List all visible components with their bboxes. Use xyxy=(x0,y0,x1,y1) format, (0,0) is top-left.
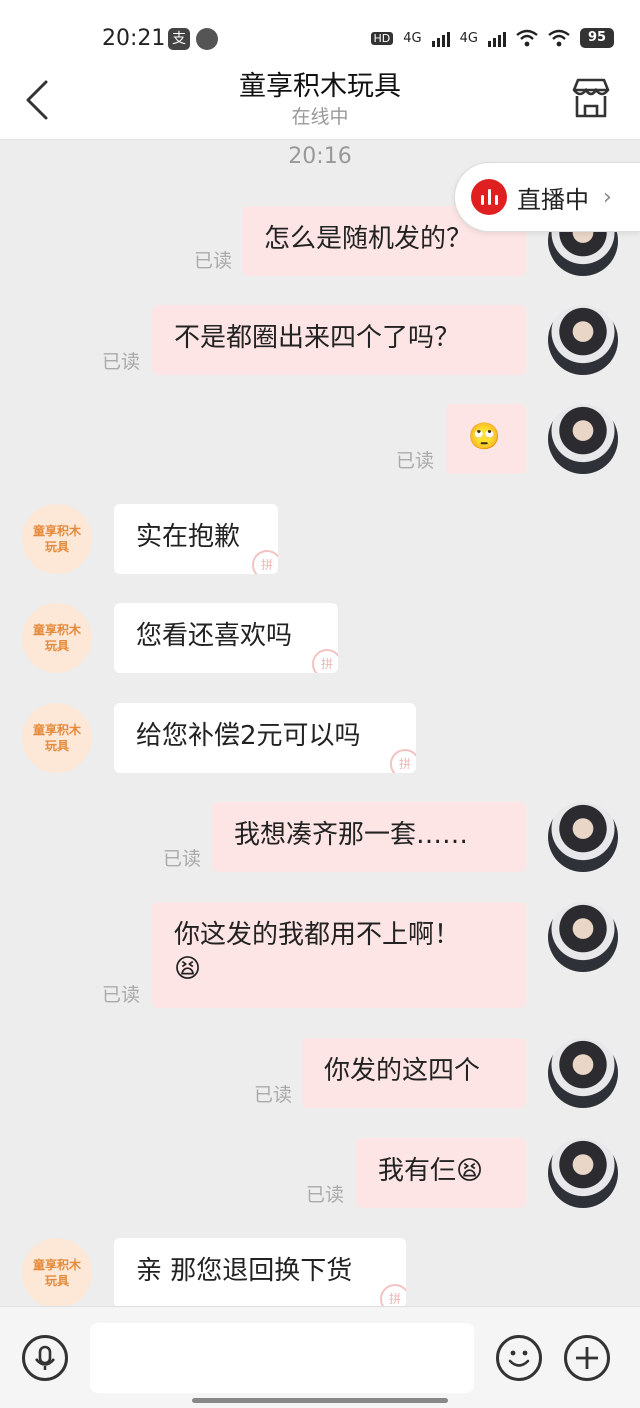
network-4g-label-2: 4G xyxy=(459,30,478,46)
pdd-stamp-icon: 拼 xyxy=(390,749,416,773)
network-4g-label-1: 4G xyxy=(403,30,422,46)
user-avatar[interactable] xyxy=(548,404,618,474)
microphone-icon xyxy=(34,1345,56,1370)
read-receipt: 已读 xyxy=(102,984,141,1006)
message-bubble[interactable]: 🙄 xyxy=(446,404,526,474)
message-text: 给您补偿2元可以吗 xyxy=(136,721,361,751)
read-receipt: 已读 xyxy=(163,848,202,870)
message-text: 你这发的我都用不上啊！ xyxy=(174,920,461,950)
read-receipt: 已读 xyxy=(396,450,435,472)
message-text: 我有仨😫 xyxy=(378,1156,484,1186)
smile-icon xyxy=(508,1350,530,1367)
message-bubble[interactable]: 亲 那您退回换下货 拼 xyxy=(114,1238,406,1306)
shop-avatar[interactable]: 童享积木玩具 xyxy=(22,703,92,773)
read-receipt: 已读 xyxy=(102,351,141,373)
notification-icon xyxy=(196,28,218,50)
chat-area[interactable]: 20:16 已读 怎么是随机发的？ 直播中 › 已读 不是都圈出来四个了吗？ 已… xyxy=(0,140,640,1306)
store-icon[interactable] xyxy=(570,76,612,120)
message-text: 我想凑齐那一套…… xyxy=(234,820,469,850)
wifi-icon xyxy=(516,29,538,47)
message-bubble[interactable]: 您看还喜欢吗 拼 xyxy=(114,603,338,673)
user-avatar[interactable] xyxy=(548,1038,618,1108)
more-options-button[interactable] xyxy=(564,1335,610,1381)
signal-icon-2 xyxy=(488,29,506,47)
read-receipt: 已读 xyxy=(306,1184,345,1206)
message-bubble[interactable]: 你发的这四个 xyxy=(302,1038,526,1108)
message-bubble[interactable]: 给您补偿2元可以吗 拼 xyxy=(114,703,416,773)
status-time: 20:21 xyxy=(102,26,166,51)
read-receipt: 已读 xyxy=(254,1084,293,1106)
user-avatar[interactable] xyxy=(548,802,618,872)
emoji-button[interactable] xyxy=(496,1335,542,1381)
battery-indicator: 95 xyxy=(580,28,614,48)
home-indicator xyxy=(192,1398,448,1403)
wifi-icon-2 xyxy=(548,29,570,47)
message-text: 您看还喜欢吗 xyxy=(136,621,293,651)
message-text: 怎么是随机发的？ xyxy=(264,224,473,254)
message-text: 不是都圈出来四个了吗？ xyxy=(174,323,461,353)
pdd-stamp-icon: 拼 xyxy=(252,550,278,574)
message-text: 你发的这四个 xyxy=(324,1056,481,1086)
message-bubble[interactable]: 你这发的我都用不上啊！ 😫 xyxy=(152,902,526,1008)
message-text: 实在抱歉 xyxy=(136,522,241,552)
hd-icon: HD xyxy=(370,31,394,45)
message-bubble[interactable]: 我想凑齐那一套…… xyxy=(212,802,526,872)
chevron-right-icon: › xyxy=(603,184,612,210)
user-avatar[interactable] xyxy=(548,1138,618,1208)
shop-avatar[interactable]: 童享积木玩具 xyxy=(22,1238,92,1306)
voice-input-button[interactable] xyxy=(22,1335,68,1381)
message-text: 亲 那您退回换下货 xyxy=(136,1256,353,1286)
shop-title: 童享积木玩具 xyxy=(239,71,401,102)
read-receipt: 已读 xyxy=(194,250,233,272)
message-bubble[interactable]: 实在抱歉 拼 xyxy=(114,504,278,574)
message-input[interactable] xyxy=(90,1323,474,1393)
status-indicators: HD 4G 4G 95 xyxy=(370,28,614,48)
live-streaming-badge[interactable]: 直播中 › xyxy=(454,162,640,232)
message-bubble[interactable]: 我有仨😫 xyxy=(356,1138,526,1208)
pdd-stamp-icon: 拼 xyxy=(312,649,338,673)
message-bubble[interactable]: 不是都圈出来四个了吗？ xyxy=(152,305,526,375)
online-status: 在线中 xyxy=(291,106,349,128)
user-avatar[interactable] xyxy=(548,902,618,972)
message-emoji: 🙄 xyxy=(468,422,501,452)
alipay-icon: 支 xyxy=(168,28,190,50)
shop-avatar[interactable]: 童享积木玩具 xyxy=(22,603,92,673)
signal-icon-1 xyxy=(431,29,450,47)
live-icon xyxy=(471,179,507,215)
message-emoji: 😫 xyxy=(174,954,202,984)
pdd-stamp-icon: 拼 xyxy=(380,1284,406,1306)
input-bar xyxy=(0,1306,640,1408)
user-avatar[interactable] xyxy=(548,305,618,375)
chat-header: 童享积木玩具 在线中 xyxy=(0,56,640,140)
plus-icon xyxy=(576,1347,598,1369)
shop-avatar[interactable]: 童享积木玩具 xyxy=(22,504,92,574)
live-label: 直播中 xyxy=(517,185,589,214)
